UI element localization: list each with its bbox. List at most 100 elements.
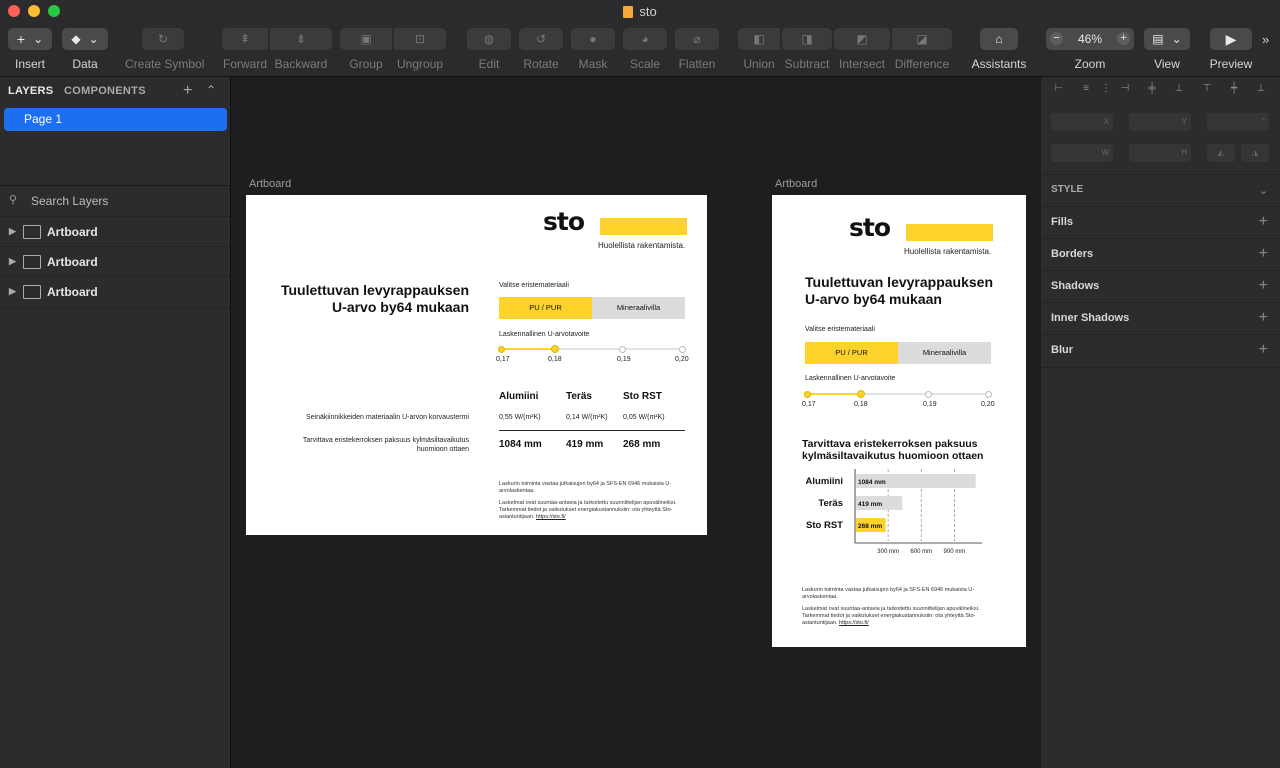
- tab-layers[interactable]: LAYERS: [8, 85, 53, 97]
- flatten-button[interactable]: ⌀: [675, 28, 719, 50]
- difference-button[interactable]: ◪: [892, 28, 952, 50]
- more-icon[interactable]: ⋮: [1099, 83, 1113, 95]
- blur-section[interactable]: Blur +: [1041, 334, 1280, 368]
- slider-stop[interactable]: [804, 391, 811, 398]
- x-field[interactable]: X: [1051, 113, 1113, 131]
- rotate-tool[interactable]: ↺ Rotate: [519, 28, 563, 71]
- preview-tool[interactable]: ▶ Preview: [1206, 28, 1256, 71]
- search-input[interactable]: Search Layers: [31, 194, 108, 208]
- ungroup-tool[interactable]: ⊡ Ungroup: [394, 28, 446, 71]
- toolbar-overflow-icon[interactable]: »: [1262, 32, 1269, 47]
- align-horizontal-center-icon[interactable]: ≡: [1079, 83, 1093, 95]
- intersect-button[interactable]: ◩: [834, 28, 890, 50]
- intersect-tool[interactable]: ◩ Intersect: [834, 28, 890, 71]
- artboard-portrait[interactable]: sto Huolellista rakentamista. Tuulettuva…: [772, 195, 1026, 647]
- align-right-icon[interactable]: ⊣: [1118, 83, 1132, 95]
- rotate-button[interactable]: ↺: [519, 28, 563, 50]
- slider-handle[interactable]: [857, 390, 865, 398]
- style-section[interactable]: STYLE ⌄: [1041, 174, 1280, 207]
- subtract-tool[interactable]: ◨ Subtract: [782, 28, 832, 71]
- borders-section[interactable]: Borders +: [1041, 238, 1280, 271]
- create-symbol-tool[interactable]: ↻ Create Symbol: [125, 28, 204, 71]
- tab-components[interactable]: COMPONENTS: [64, 85, 146, 97]
- add-border-icon[interactable]: +: [1259, 245, 1268, 263]
- backward-tool[interactable]: ⇟ Backward: [270, 28, 332, 71]
- fills-section[interactable]: Fills +: [1041, 206, 1280, 239]
- sto-link[interactable]: https://sto.fi/: [536, 514, 566, 520]
- scale-button[interactable]: ◕: [623, 28, 667, 50]
- align-left-icon[interactable]: ⊢: [1052, 83, 1066, 95]
- add-page-icon[interactable]: +: [183, 82, 192, 100]
- disclosure-triangle-icon[interactable]: ▶: [9, 226, 16, 237]
- create-symbol-button[interactable]: ↻: [142, 28, 184, 50]
- group-tool[interactable]: ▣ Group: [340, 28, 392, 71]
- align-bottom-icon[interactable]: ⊥: [1172, 83, 1186, 95]
- scale-tool[interactable]: ◕ Scale: [623, 28, 667, 71]
- slider-stop[interactable]: [679, 346, 686, 353]
- difference-tool[interactable]: ◪ Difference: [892, 28, 952, 71]
- data-button[interactable]: ◆ ⌄: [62, 28, 108, 50]
- mask-button[interactable]: ●: [571, 28, 615, 50]
- align-top-icon[interactable]: ⊤: [1200, 83, 1214, 95]
- view-button[interactable]: ▤ ⌄: [1144, 28, 1190, 50]
- align-middle-icon[interactable]: ┿: [1227, 83, 1241, 95]
- add-shadow-icon[interactable]: +: [1259, 277, 1268, 295]
- slider-stop[interactable]: [985, 391, 992, 398]
- layer-row[interactable]: ▶ Artboard: [0, 216, 230, 247]
- pages-divider[interactable]: [0, 185, 230, 186]
- forward-tool[interactable]: ⇞ Forward: [222, 28, 268, 71]
- edit-tool[interactable]: ◍ Edit: [467, 28, 511, 71]
- artboard-label[interactable]: Artboard: [249, 178, 291, 190]
- group-button[interactable]: ▣: [340, 28, 392, 50]
- artboard-label[interactable]: Artboard: [775, 178, 817, 190]
- ungroup-button[interactable]: ⊡: [394, 28, 446, 50]
- slider-handle[interactable]: [551, 345, 559, 353]
- flip-vertical-button[interactable]: ◮: [1241, 144, 1269, 162]
- align-center-icon[interactable]: ╪: [1145, 83, 1159, 95]
- shadows-section[interactable]: Shadows +: [1041, 270, 1280, 303]
- rotation-field[interactable]: °: [1207, 113, 1269, 131]
- subtract-button[interactable]: ◨: [782, 28, 832, 50]
- canvas[interactable]: Artboard sto Huolellista rakentamista. T…: [231, 77, 1040, 768]
- data-tool[interactable]: ◆ ⌄ Data: [62, 28, 108, 71]
- chevron-down-icon[interactable]: ⌄: [1259, 184, 1268, 197]
- insert-tool[interactable]: + ⌄ Insert: [8, 28, 52, 71]
- mask-tool[interactable]: ● Mask: [571, 28, 615, 71]
- layer-row[interactable]: ▶ Artboard: [0, 276, 230, 308]
- material-option-mineral[interactable]: Mineraalivilla: [592, 297, 685, 319]
- flip-horizontal-button[interactable]: ◭: [1207, 144, 1235, 162]
- add-blur-icon[interactable]: +: [1259, 341, 1268, 359]
- add-inner-shadow-icon[interactable]: +: [1259, 309, 1268, 327]
- y-field[interactable]: Y: [1129, 113, 1191, 131]
- insert-button[interactable]: + ⌄: [8, 28, 52, 50]
- slider-stop[interactable]: [498, 346, 505, 353]
- backward-button[interactable]: ⇟: [270, 28, 332, 50]
- disclosure-triangle-icon[interactable]: ▶: [9, 256, 16, 267]
- assistants-button[interactable]: ⌂: [980, 28, 1018, 50]
- add-fill-icon[interactable]: +: [1259, 213, 1268, 231]
- collapse-pages-icon[interactable]: ⌃: [206, 83, 216, 97]
- slider-stop[interactable]: [925, 391, 932, 398]
- flatten-tool[interactable]: ⌀ Flatten: [675, 28, 719, 71]
- material-option-mineral[interactable]: Mineraalivilla: [898, 342, 991, 364]
- zoom-tool[interactable]: − 46% + Zoom: [1046, 28, 1134, 71]
- assistants-tool[interactable]: ⌂ Assistants: [970, 28, 1028, 71]
- width-field[interactable]: W: [1051, 144, 1113, 162]
- forward-button[interactable]: ⇞: [222, 28, 268, 50]
- artboard-landscape[interactable]: sto Huolellista rakentamista. Tuulettuva…: [246, 195, 707, 535]
- inner-shadows-section[interactable]: Inner Shadows +: [1041, 302, 1280, 335]
- preview-button[interactable]: ▶: [1210, 28, 1252, 50]
- zoom-in-icon[interactable]: +: [1117, 32, 1130, 45]
- slider-stop[interactable]: [619, 346, 626, 353]
- layer-row[interactable]: ▶ Artboard: [0, 246, 230, 277]
- material-option-pu[interactable]: PU / PUR: [805, 342, 898, 364]
- sto-link[interactable]: https://sto.fi/: [839, 620, 869, 626]
- height-field[interactable]: H: [1129, 144, 1191, 162]
- edit-button[interactable]: ◍: [467, 28, 511, 50]
- page-item-page-1[interactable]: Page 1: [4, 108, 227, 131]
- material-option-pu[interactable]: PU / PUR: [499, 297, 592, 319]
- union-tool[interactable]: ◧ Union: [738, 28, 780, 71]
- zoom-out-icon[interactable]: −: [1050, 32, 1063, 45]
- layer-search[interactable]: ⚲ Search Layers: [0, 187, 230, 215]
- union-button[interactable]: ◧: [738, 28, 780, 50]
